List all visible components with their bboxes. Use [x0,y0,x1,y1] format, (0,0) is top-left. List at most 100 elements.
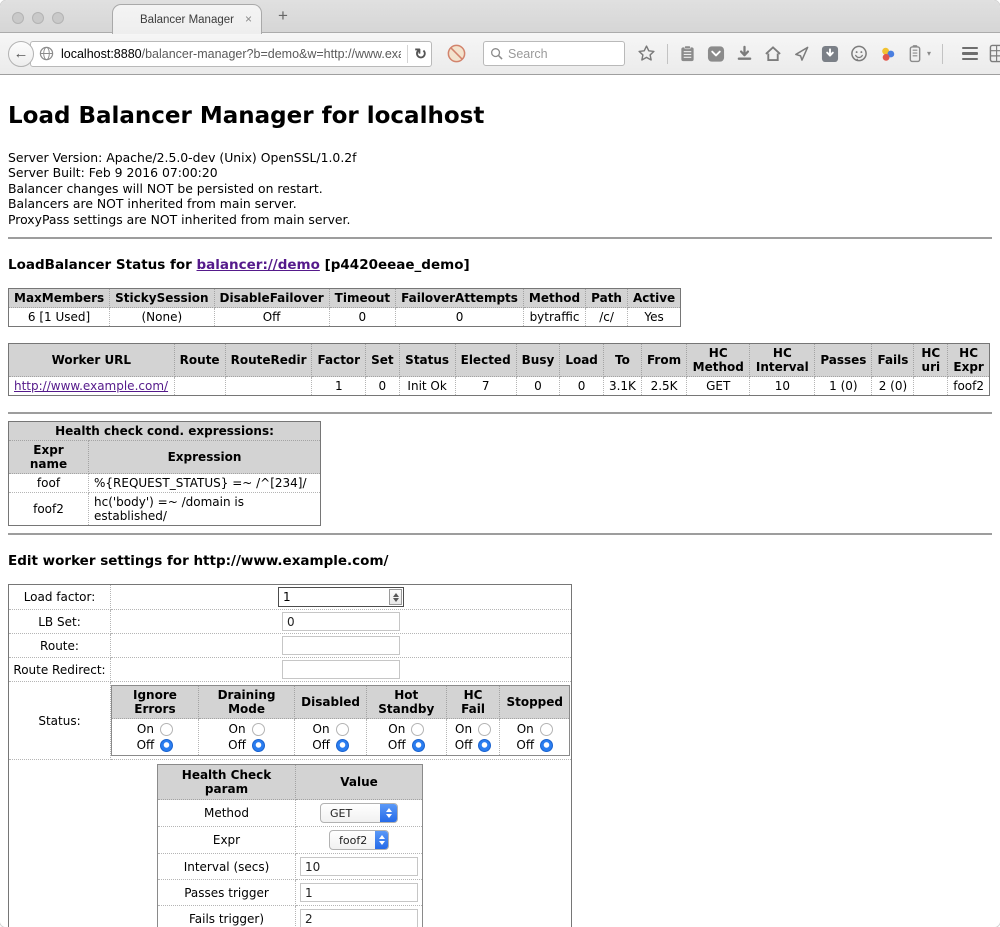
radio-row: On Off On Off On Off [112,719,570,756]
expr-value: %{REQUEST_STATUS} =~ /^[234]/ [89,474,321,493]
close-tab-icon[interactable]: × [245,12,252,26]
pocket-icon[interactable] [707,45,725,63]
url-text[interactable]: localhost:8880/balancer-manager?b=demo&w… [61,47,401,61]
cell-status: Init Ok [399,377,455,396]
number-stepper-icon[interactable] [389,589,402,605]
field-label: Route: [9,634,111,658]
status-row: Status: Ignore Errors Draining Mode Disa… [9,682,572,760]
toolbar-divider [667,44,668,64]
feedback-smiley-icon[interactable] [850,45,868,63]
radio-label: Off [312,737,330,753]
lb-status-heading-suffix: [p4420eeae_demo] [320,257,470,273]
worker-status-table: Worker URL Route RouteRedir Factor Set S… [8,343,990,396]
status-stopped-off-radio[interactable] [540,739,553,752]
search-box[interactable] [483,41,625,66]
radio-label: Off [516,737,534,753]
column-header: From [642,344,687,377]
hc-fails-input[interactable] [300,909,418,927]
radio-label: On [137,721,154,737]
status-disabled-off-radio[interactable] [336,739,349,752]
route-redirect-input[interactable] [282,660,400,679]
status-disabled-on-radio[interactable] [336,723,349,736]
home-icon[interactable] [764,45,782,62]
search-input[interactable] [508,47,608,61]
lb-set-input[interactable] [282,612,400,631]
color-dots-icon[interactable] [879,45,897,63]
hc-interval-input[interactable] [300,857,418,876]
balancer-demo-link[interactable]: balancer://demo [197,257,320,273]
reload-button[interactable]: ↻ [414,45,427,63]
param-label: Fails trigger) [158,906,296,927]
column-header: HC uri [914,344,948,377]
route-input[interactable] [282,636,400,655]
grid-panel-icon[interactable] [989,44,1000,63]
status-draining-mode-off-radio[interactable] [252,739,265,752]
param-label: Passes trigger [158,880,296,906]
bookmark-star-icon[interactable] [637,44,656,63]
select-arrows-icon [375,830,388,850]
load-factor-input[interactable]: 1 [278,587,404,607]
column-header: Hot Standby [366,686,446,719]
cell-timeout: 0 [329,308,395,327]
expr-value: hc('body') =~ /domain is established/ [89,493,321,526]
cell-passes: 1 (0) [815,377,872,396]
cell-hc-interval: 10 [750,377,815,396]
field-label: LB Set: [9,610,111,634]
status-hc-fail-off-radio[interactable] [478,739,491,752]
urlbar-divider [407,45,408,63]
status-hot-standby-off-radio[interactable] [412,739,425,752]
status-hc-fail-on-radio[interactable] [478,723,491,736]
minimize-window-button[interactable] [32,12,44,24]
table-row: 6 [1 Used] (None) Off 0 0 bytraffic /c/ … [9,308,681,327]
content-blocked-icon[interactable] [446,43,467,64]
browser-tab[interactable]: Balancer Manager × [112,4,262,34]
status-stopped-on-radio[interactable] [540,723,553,736]
back-button[interactable]: ← [8,41,34,67]
dropdown-caret-icon[interactable]: ▾ [927,49,931,58]
cell-factor: 1 [312,377,366,396]
hc-method-select[interactable]: GET [320,803,398,823]
tab-bar: Balancer Manager × + [0,0,1000,33]
expr-name: foof2 [9,493,89,526]
clipboard-icon[interactable] [679,45,696,63]
radio-label: Off [455,737,473,753]
status-hot-standby-on-radio[interactable] [411,723,424,736]
column-header: HC Fail [446,686,500,719]
column-header: Draining Mode [198,686,294,719]
hc-param-row: Fails trigger) [158,906,423,927]
status-ignore-errors-on-radio[interactable] [160,723,173,736]
divider [8,533,992,535]
column-header: Active [627,289,680,308]
close-window-button[interactable] [12,12,24,24]
param-label: Interval (secs) [158,854,296,880]
cell-disablefailover: Off [214,308,329,327]
url-bar[interactable]: localhost:8880/balancer-manager?b=demo&w… [30,41,432,67]
hc-param-row: Method GET [158,800,423,827]
battery-icon[interactable] [908,44,922,63]
cell-routeredir [225,377,312,396]
table-header-row: Expr name Expression [9,441,321,474]
hc-param-row: Interval (secs) [158,854,423,880]
cell-elected: 7 [455,377,516,396]
column-header: Worker URL [9,344,175,377]
send-icon[interactable] [793,45,810,62]
notice-balancers: Balancers are NOT inherited from main se… [8,196,992,211]
radio-label: Off [137,737,155,753]
downloads-icon[interactable] [736,45,753,62]
globe-icon [39,46,54,61]
status-draining-mode-on-radio[interactable] [252,723,265,736]
hc-passes-input[interactable] [300,883,418,902]
server-version: Server Version: Apache/2.5.0-dev (Unix) … [8,150,992,165]
hc-expr-select[interactable]: foof2 [329,830,389,850]
radio-label: On [313,721,330,737]
cell-to: 3.1K [603,377,641,396]
window-controls [12,12,64,24]
radio-label: Off [228,737,246,753]
download-manager-icon[interactable] [821,45,839,63]
zoom-window-button[interactable] [52,12,64,24]
new-tab-button[interactable]: + [278,6,288,26]
health-check-params-table: Health Check param Value Method GET [157,764,423,927]
worker-url-link[interactable]: http://www.example.com/ [14,379,168,393]
menu-icon[interactable] [962,47,978,61]
status-ignore-errors-off-radio[interactable] [160,739,173,752]
